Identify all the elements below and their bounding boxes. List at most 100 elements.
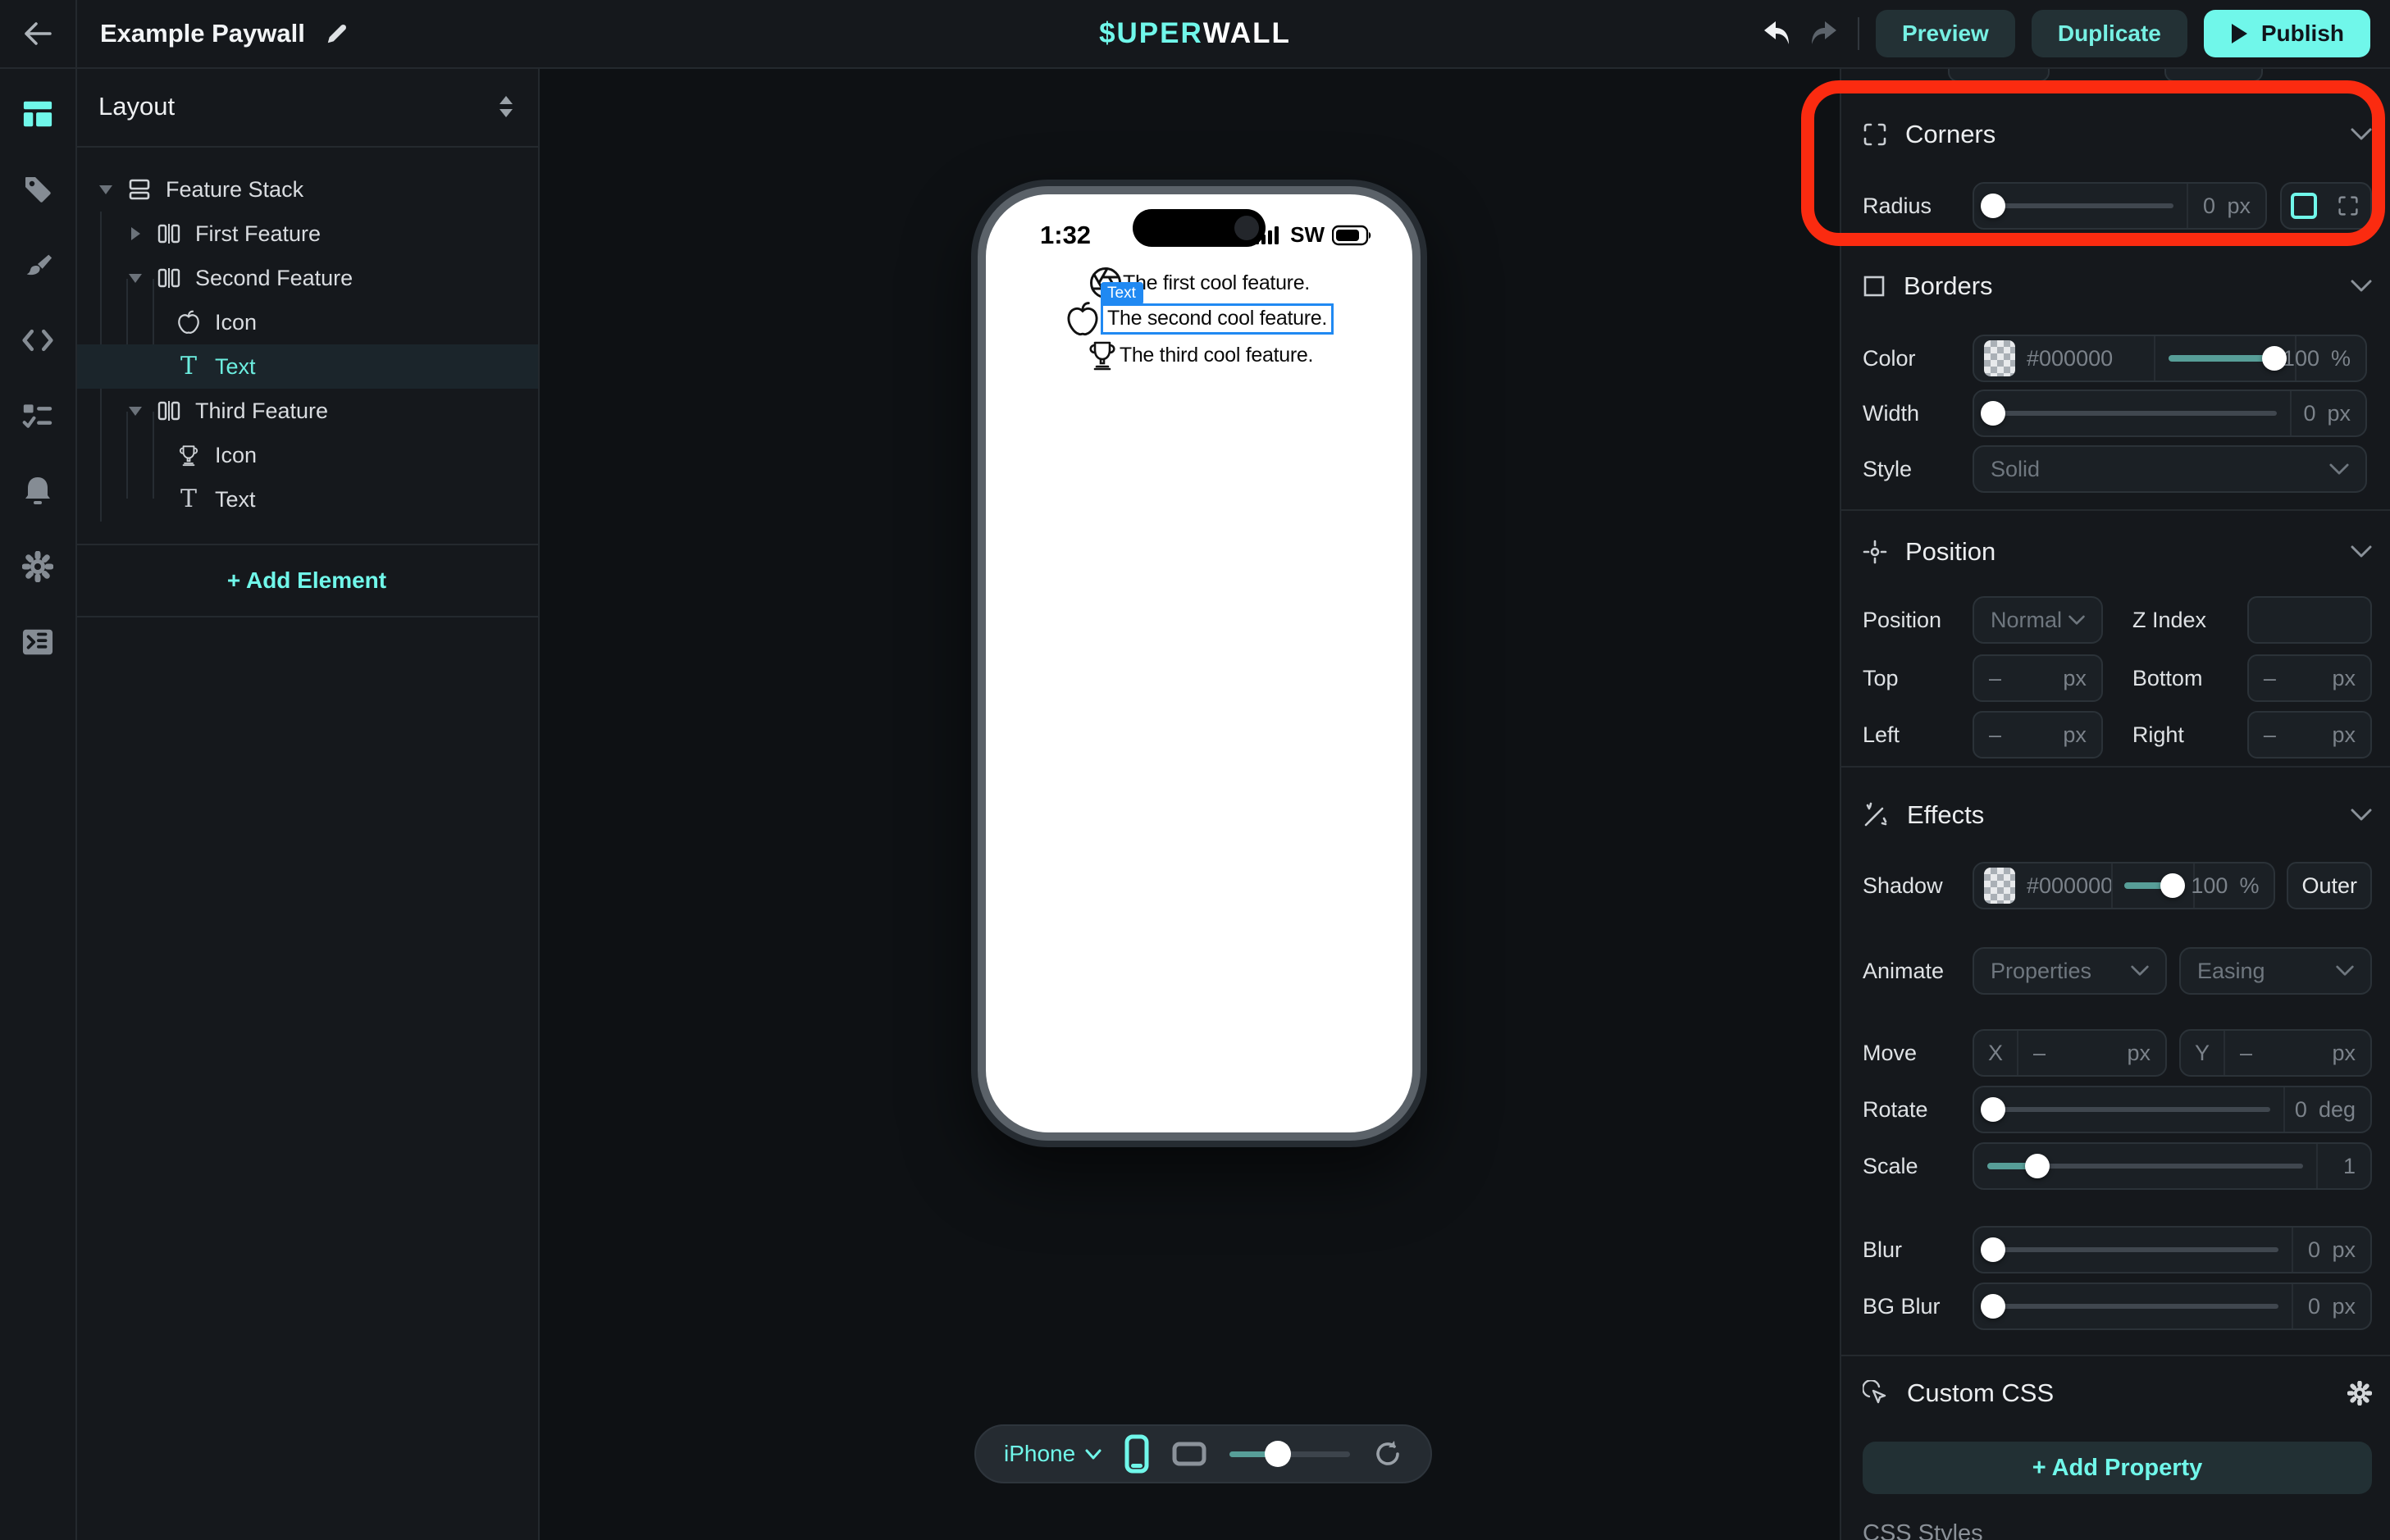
feature-row-selected[interactable]: Text The second cool feature. <box>1065 301 1334 337</box>
slider-knob[interactable] <box>1265 1441 1291 1467</box>
preview-button[interactable]: Preview <box>1876 10 2015 57</box>
move-y-input[interactable]: Y –px <box>2179 1029 2372 1077</box>
tree-item-text-selected[interactable]: T Text <box>75 344 538 389</box>
tree-item-feature-stack[interactable]: Feature Stack <box>75 167 538 212</box>
shadow-opacity-value[interactable]: 100 % <box>2193 863 2274 908</box>
bottom-input[interactable]: –px <box>2247 654 2372 702</box>
section-divider <box>1841 1355 2390 1356</box>
publish-button[interactable]: Publish <box>2204 10 2370 57</box>
tree-item-first-feature[interactable]: First Feature <box>75 212 538 256</box>
add-property-button[interactable]: + Add Property <box>1863 1442 2372 1494</box>
width-value[interactable]: 0 px <box>2290 391 2365 435</box>
sort-icon[interactable] <box>497 94 515 119</box>
slider-knob[interactable] <box>2025 1154 2050 1178</box>
terminal-icon[interactable] <box>22 626 53 658</box>
blur-slider[interactable] <box>1974 1228 2292 1272</box>
clipped-field <box>1948 67 2050 82</box>
per-corner-radius-toggle[interactable] <box>2326 184 2370 228</box>
corners-icon <box>1863 122 1887 147</box>
logo-rest: WALL <box>1203 17 1291 50</box>
edit-pencil-icon[interactable] <box>325 21 349 46</box>
paintbrush-icon[interactable] <box>22 249 53 280</box>
zindex-input[interactable] <box>2247 596 2372 644</box>
animate-properties-select[interactable]: Properties <box>1973 947 2167 995</box>
back-button[interactable] <box>0 0 77 67</box>
checklist-icon[interactable] <box>22 400 53 431</box>
slider-knob[interactable] <box>2262 346 2287 371</box>
feature-row[interactable]: The third cool feature. <box>1085 337 1313 373</box>
clipped-field <box>2164 67 2263 82</box>
border-style-select[interactable]: Solid <box>1973 445 2367 493</box>
columns-icon <box>156 399 182 423</box>
top-input[interactable]: –px <box>1973 654 2103 702</box>
add-element-button[interactable]: + Add Element <box>75 544 538 617</box>
tree-item-third-feature[interactable]: Third Feature <box>75 389 538 433</box>
blur-value[interactable]: 0 px <box>2292 1228 2370 1272</box>
caret-down-icon[interactable] <box>128 404 143 417</box>
slider-knob[interactable] <box>1981 401 2005 426</box>
right-input[interactable]: –px <box>2247 711 2372 759</box>
chevron-down-icon[interactable] <box>2351 128 2372 141</box>
caret-down-icon[interactable] <box>128 271 143 285</box>
stack-icon <box>126 177 153 202</box>
duplicate-button[interactable]: Duplicate <box>2032 10 2187 57</box>
shadow-color-field[interactable]: #000000 <box>1974 863 2111 908</box>
tree-item-icon-trophy[interactable]: Icon <box>75 433 538 477</box>
opacity-slider[interactable] <box>2154 336 2295 380</box>
shadow-opacity-slider[interactable] <box>2111 863 2193 908</box>
color-swatch[interactable] <box>1984 340 2015 376</box>
radius-row: Radius 0 px <box>1863 182 2372 230</box>
canvas-zoom-slider[interactable] <box>1229 1437 1350 1470</box>
move-x-input[interactable]: X –px <box>1973 1029 2167 1077</box>
left-input[interactable]: –px <box>1973 711 2103 759</box>
bgblur-slider[interactable] <box>1974 1284 2292 1328</box>
chevron-down-icon[interactable] <box>2351 809 2372 822</box>
undo-icon[interactable] <box>1759 19 1792 48</box>
uniform-radius-toggle[interactable] <box>2282 184 2326 228</box>
bgblur-value[interactable]: 0 px <box>2292 1284 2370 1328</box>
tree-item-text[interactable]: T Text <box>75 477 538 522</box>
slider-knob[interactable] <box>1981 1294 2005 1319</box>
scale-slider[interactable] <box>1974 1144 2316 1188</box>
chevron-down-icon[interactable] <box>2351 280 2372 293</box>
gear-icon[interactable] <box>22 551 53 582</box>
selection-outline[interactable]: Text The second cool feature. <box>1101 303 1334 335</box>
rotate-slider[interactable] <box>1974 1087 2283 1132</box>
shadow-mode-button[interactable]: Outer <box>2287 862 2372 909</box>
gear-icon[interactable] <box>2347 1381 2372 1406</box>
slider-knob[interactable] <box>1981 1237 2005 1262</box>
color-swatch[interactable] <box>1984 868 2015 904</box>
tree-item-second-feature[interactable]: Second Feature <box>75 256 538 300</box>
caret-right-icon[interactable] <box>128 226 143 241</box>
width-slider[interactable] <box>1974 391 2290 435</box>
phone-screen[interactable]: 1:32 SW The first cool feature. Text The… <box>978 186 1421 1141</box>
layout-icon[interactable] <box>22 98 53 130</box>
portrait-mode-icon[interactable] <box>1124 1434 1149 1474</box>
opacity-value[interactable]: 100 % <box>2295 336 2365 380</box>
radius-value[interactable]: 0 px <box>2187 184 2265 228</box>
slider-knob[interactable] <box>1981 194 2005 218</box>
tree-item-icon-apple[interactable]: Icon <box>75 300 538 344</box>
color-field[interactable]: #000000 <box>1974 336 2154 380</box>
device-select[interactable]: iPhone <box>1004 1441 1101 1467</box>
landscape-mode-icon[interactable] <box>1172 1442 1206 1466</box>
animate-easing-select[interactable]: Easing <box>2179 947 2372 995</box>
superwall-logo: $UPERWALL <box>1099 0 1291 67</box>
radius-slider[interactable] <box>1974 184 2187 228</box>
trophy-icon <box>176 443 202 467</box>
rotate-value[interactable]: 0 deg <box>2283 1087 2370 1132</box>
tag-icon[interactable] <box>22 174 53 205</box>
bell-icon[interactable] <box>22 476 53 507</box>
caret-down-icon[interactable] <box>98 183 113 196</box>
position-mode-select[interactable]: Normal <box>1973 596 2103 644</box>
css-styles-label: CSS Styles <box>1863 1520 1983 1540</box>
slider-knob[interactable] <box>1981 1097 2005 1122</box>
scale-value[interactable]: 1 <box>2316 1144 2370 1188</box>
code-icon[interactable] <box>22 325 53 356</box>
refresh-icon[interactable] <box>1373 1439 1403 1469</box>
redo-icon[interactable] <box>1808 19 1841 48</box>
rotate-row: Rotate 0 deg <box>1863 1086 2372 1133</box>
back-arrow-icon <box>23 21 52 47</box>
slider-knob[interactable] <box>2160 873 2185 898</box>
chevron-down-icon[interactable] <box>2351 545 2372 558</box>
